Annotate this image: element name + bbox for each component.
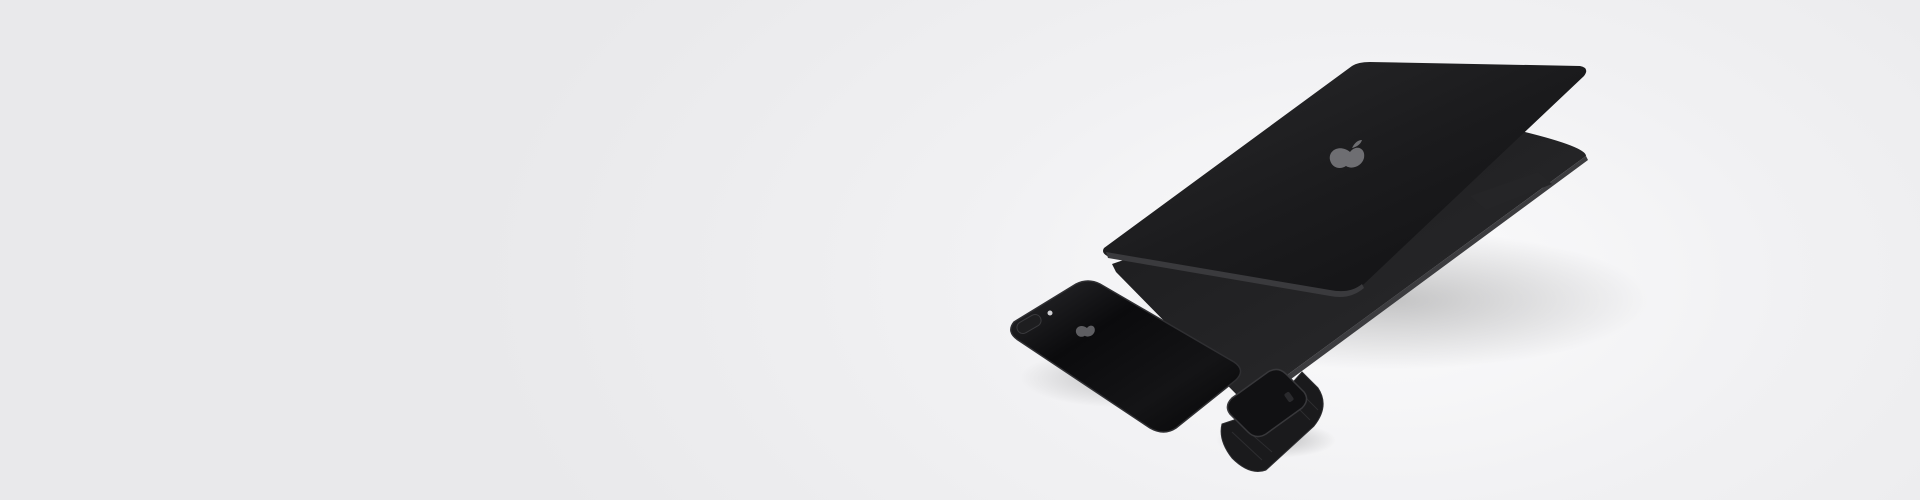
hero-banner bbox=[0, 0, 1920, 500]
product-scene bbox=[1010, 62, 1650, 472]
phone-logo-icon bbox=[1075, 325, 1095, 337]
phone-flash-icon bbox=[1047, 310, 1053, 316]
